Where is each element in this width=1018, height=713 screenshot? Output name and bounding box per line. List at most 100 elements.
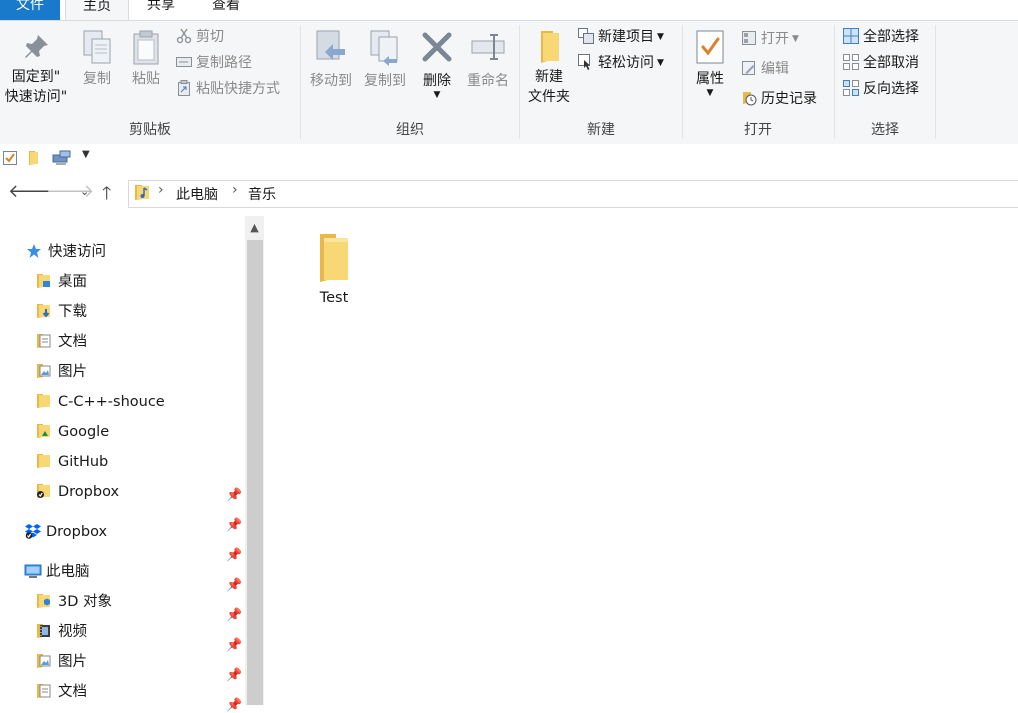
edit-button[interactable]: 编辑 — [741, 59, 789, 79]
new-group: 新建 文件夹 新建项目 ▼ 轻松访问 ▼ 新建 — [520, 21, 682, 143]
breadcrumb-this-pc[interactable]: 此电脑 — [176, 184, 218, 204]
group-separator — [935, 25, 936, 139]
folder-icon — [320, 234, 348, 282]
nav-this-pc[interactable]: 此电脑 — [24, 557, 90, 587]
tab-view[interactable]: 查看 — [202, 0, 250, 20]
nav-item-label: 文档 — [58, 334, 87, 350]
easy-access-button[interactable]: 轻松访问 ▼ — [578, 53, 664, 73]
nav-item-label: 桌面 — [58, 274, 87, 290]
nav-item-desktop[interactable]: 桌面 — [36, 267, 87, 297]
breadcrumb-chevron-icon[interactable]: › — [232, 182, 238, 198]
nav-item-documents-pc[interactable]: 文档 — [36, 677, 87, 707]
nav-item-dropbox-quick[interactable]: Dropbox — [36, 477, 119, 507]
file-item-folder[interactable]: Test — [304, 232, 364, 306]
pin-icon[interactable]: 📌 — [226, 548, 242, 563]
new-folder-button[interactable]: 新建 文件夹 — [522, 29, 576, 107]
new-item-button[interactable]: 新建项目 ▼ — [578, 27, 664, 47]
properties-checkbox-icon[interactable] — [2, 150, 18, 170]
new-folder-label-line1: 新建 — [535, 69, 563, 85]
nav-item-pictures[interactable]: 图片 — [36, 357, 87, 387]
tab-share[interactable]: 共享 — [138, 0, 184, 20]
open-group: 属性 ▼ 打开 ▼ 编辑 历史记录 打开 — [683, 21, 833, 143]
pin-icon — [25, 35, 48, 58]
paste-shortcut-label: 粘贴快捷方式 — [196, 81, 280, 97]
rename-label: 重命名 — [467, 73, 509, 89]
scroll-up-arrow-icon[interactable]: ▲ — [245, 216, 264, 240]
documents-folder-icon — [36, 330, 52, 348]
nav-item-pictures-pc[interactable]: 图片 — [36, 647, 87, 677]
open-label: 打开 — [761, 31, 789, 47]
recent-locations-chevron-icon[interactable]: ⌄ — [80, 185, 89, 198]
pin-icon[interactable]: 📌 — [226, 608, 242, 623]
pin-icon[interactable]: 📌 — [226, 488, 242, 503]
nav-item-3d-objects[interactable]: 3D 对象 — [36, 587, 112, 617]
paste-shortcut-button[interactable]: 粘贴快捷方式 — [176, 79, 280, 99]
history-button[interactable]: 历史记录 — [741, 89, 817, 109]
nav-item-videos[interactable]: 视频 — [36, 617, 87, 647]
select-none-button[interactable]: 全部取消 — [843, 53, 919, 73]
nav-item-downloads[interactable]: 下载 — [36, 297, 87, 327]
nav-item-label: 3D 对象 — [58, 594, 112, 610]
pictures-folder-icon — [36, 650, 52, 668]
rename-button[interactable]: 重命名 — [461, 29, 515, 91]
paste-label: 粘贴 — [132, 71, 160, 87]
tab-file[interactable]: 文件 — [0, 0, 60, 20]
new-item-label: 新建项目 — [598, 29, 654, 45]
nav-item-c-cpp-shouce[interactable]: C-C++-shouce — [36, 387, 165, 417]
breadcrumb-music[interactable]: 音乐 — [248, 184, 276, 204]
ribbon-tab-bar: 文件 主页 共享 查看 — [0, 0, 1018, 21]
customize-qat-dropdown-arrow[interactable]: ▼ — [82, 149, 90, 160]
easy-access-dropdown-arrow: ▼ — [657, 58, 664, 68]
pin-icon[interactable]: 📌 — [226, 668, 242, 683]
new-folder-qat-icon[interactable] — [26, 150, 42, 170]
cut-label: 剪切 — [196, 29, 224, 45]
copy-path-icon — [176, 54, 192, 70]
star-icon — [26, 240, 42, 258]
pin-to-quick-access-button[interactable]: 固定到" 快速访问" — [0, 29, 72, 107]
nav-quick-access[interactable]: 快速访问 — [26, 237, 106, 267]
dropbox-folder-icon — [36, 480, 52, 498]
cut-button[interactable]: 剪切 — [176, 27, 224, 47]
delete-button[interactable]: 删除 ▼ — [417, 29, 457, 100]
edit-pencil-icon — [741, 60, 757, 76]
pin-icon[interactable]: 📌 — [226, 638, 242, 653]
properties-dropdown-arrow[interactable]: ▼ — [687, 89, 733, 98]
open-button[interactable]: 打开 ▼ — [741, 29, 799, 49]
map-network-drive-icon[interactable] — [52, 150, 72, 170]
quick-access-toolbar: ▼ — [0, 144, 1018, 172]
nav-item-github[interactable]: GitHub — [36, 447, 108, 477]
nav-pane-scrollbar-thumb[interactable] — [247, 240, 263, 705]
properties-checkmark-icon — [696, 30, 724, 64]
nav-item-documents[interactable]: 文档 — [36, 327, 87, 357]
delete-dropdown-arrow[interactable]: ▼ — [417, 91, 457, 100]
up-arrow-icon[interactable]: 🡑 — [102, 181, 111, 211]
select-group: 全部选择 全部取消 反向选择 选择 — [835, 21, 935, 143]
copy-path-button[interactable]: 复制路径 — [176, 53, 252, 73]
pin-icon[interactable]: 📌 — [226, 698, 242, 713]
copy-icon — [83, 30, 111, 64]
breadcrumb-chevron-icon[interactable]: › — [158, 182, 164, 198]
desktop-folder-icon — [36, 270, 52, 288]
move-to-button[interactable]: 移动到 — [305, 29, 357, 91]
new-item-dropdown-arrow: ▼ — [657, 32, 664, 42]
properties-button[interactable]: 属性 ▼ — [687, 29, 733, 98]
select-all-button[interactable]: 全部选择 — [843, 27, 919, 47]
music-folder-icon — [134, 183, 152, 205]
open-group-label: 打开 — [744, 122, 772, 138]
paste-button[interactable]: 粘贴 — [124, 29, 168, 89]
copy-path-label: 复制路径 — [196, 55, 252, 71]
nav-item-label: 视频 — [58, 624, 87, 640]
copy-to-icon — [370, 30, 398, 66]
pin-icon[interactable]: 📌 — [226, 518, 242, 533]
scissors-icon — [176, 28, 192, 44]
rename-icon — [471, 34, 505, 60]
copy-button[interactable]: 复制 — [76, 29, 118, 89]
copy-label: 复制 — [83, 71, 111, 87]
copy-to-button[interactable]: 复制到 — [357, 29, 413, 91]
paste-icon — [133, 30, 159, 65]
nav-item-google[interactable]: Google — [36, 417, 109, 447]
tab-home[interactable]: 主页 — [65, 0, 129, 21]
nav-dropbox[interactable]: Dropbox — [24, 517, 107, 547]
pin-icon[interactable]: 📌 — [226, 578, 242, 593]
invert-selection-button[interactable]: 反向选择 — [843, 79, 919, 99]
